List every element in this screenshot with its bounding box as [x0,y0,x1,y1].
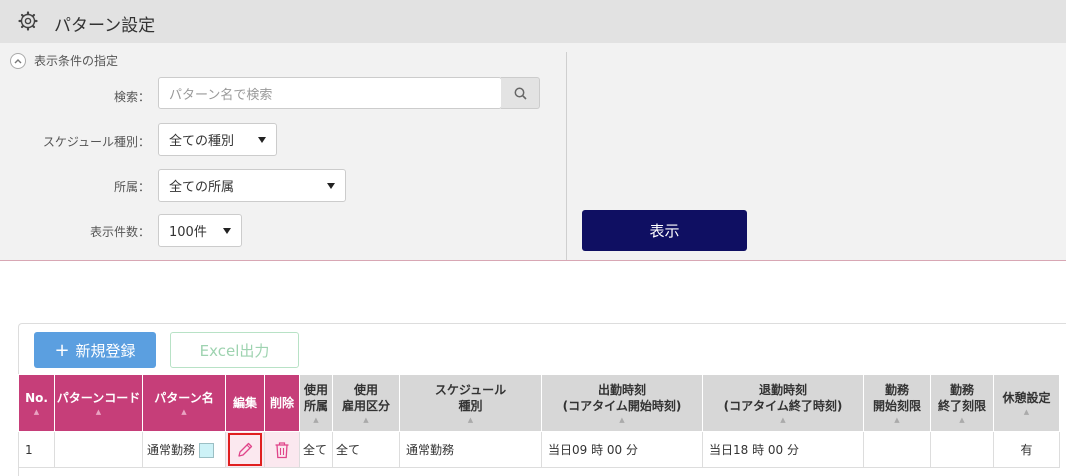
dropdown-caret-icon [258,136,266,143]
count-label: 表示件数： [89,225,150,239]
cell-out-time: 当日18 時 00 分 [702,431,864,468]
cell-use-dept: 全て [299,431,333,468]
pencil-icon [238,442,253,457]
dept-value: 全ての所属 [169,180,235,195]
page-title: パターン設定 [54,16,156,36]
edit-button[interactable] [228,433,262,466]
schedule-type-value: 全ての種別 [169,134,235,149]
col-edit: 編集 [225,374,265,432]
col-out-time[interactable]: 退勤時刻 (コアタイム終了時刻) ▲ [702,374,864,432]
col-in-time[interactable]: 出勤時刻 (コアタイム開始時刻) ▲ [541,374,703,432]
show-button[interactable]: 表示 [582,210,747,251]
col-no[interactable]: No. ▲ [18,374,55,432]
count-value: 100件 [169,225,207,240]
gear-icon [18,11,38,31]
cell-code [54,431,143,468]
cell-no: 1 [18,431,55,468]
col-end-limit[interactable]: 勤務 終了刻限 ▲ [930,374,994,432]
search-icon [514,87,527,100]
schedule-type-select[interactable]: 全ての種別 [158,123,277,156]
col-use-emp[interactable]: 使用 雇用区分 ▲ [332,374,400,432]
delete-button[interactable] [267,435,297,465]
cell-schedule: 通常勤務 [399,431,542,468]
pattern-color-swatch [199,443,215,458]
cell-start-limit [863,431,931,468]
search-button[interactable] [501,77,540,109]
cell-use-emp: 全て [332,431,400,468]
search-input[interactable]: パターン名で検索 [158,77,502,109]
dept-select[interactable]: 全ての所属 [158,169,346,202]
plus-icon: + [54,339,70,361]
new-register-button[interactable]: + 新規登録 [34,332,156,368]
cell-name: 通常勤務 [142,431,226,468]
filter-divider [566,52,567,260]
search-label: 検索： [113,90,150,104]
filter-section-label: 表示条件の指定 [34,54,119,68]
cell-edit [225,431,265,468]
col-start-limit[interactable]: 勤務 開始刻限 ▲ [863,374,931,432]
table-header-row: No. ▲ パターンコード ▲ パターン名 ▲ 編集 削除 使用 所属 ▲ 使用 雇用区分 ▲… [18,374,1060,432]
new-register-label: 新規登録 [75,341,136,360]
chevron-up-icon [10,52,26,69]
dropdown-caret-icon [327,182,335,189]
pattern-table: No. ▲ パターンコード ▲ パターン名 ▲ 編集 削除 使用 所属 ▲ 使用 雇用区分 ▲… [18,374,1060,468]
col-rest[interactable]: 休憩設定 ▲ [993,374,1060,432]
cell-end-limit [930,431,994,468]
cell-rest: 有 [993,431,1060,468]
count-select[interactable]: 100件 [158,214,242,247]
col-code[interactable]: パターンコード ▲ [54,374,143,432]
col-use-dept[interactable]: 使用 所属 ▲ [299,374,333,432]
filter-section-toggle[interactable]: 表示条件の指定 [10,52,118,69]
excel-export-button[interactable]: Excel出力 [170,332,299,368]
dropdown-caret-icon [223,227,231,234]
col-delete: 削除 [264,374,300,432]
title-bar: パターン設定 [0,0,1066,43]
table-row: 1 通常勤務 全て 全て 通常勤務 当日09 時 00 分 当日18 時 00 … [18,431,1060,468]
pattern-name: 通常勤務 [147,443,196,457]
dept-label: 所属： [113,180,150,194]
trash-icon [275,441,289,458]
cell-delete [264,431,300,468]
cell-in-time: 当日09 時 00 分 [541,431,703,468]
schedule-type-label: スケジュール種別： [42,135,150,149]
col-schedule[interactable]: スケジュール 種別 ▲ [399,374,542,432]
col-name[interactable]: パターン名 ▲ [142,374,226,432]
